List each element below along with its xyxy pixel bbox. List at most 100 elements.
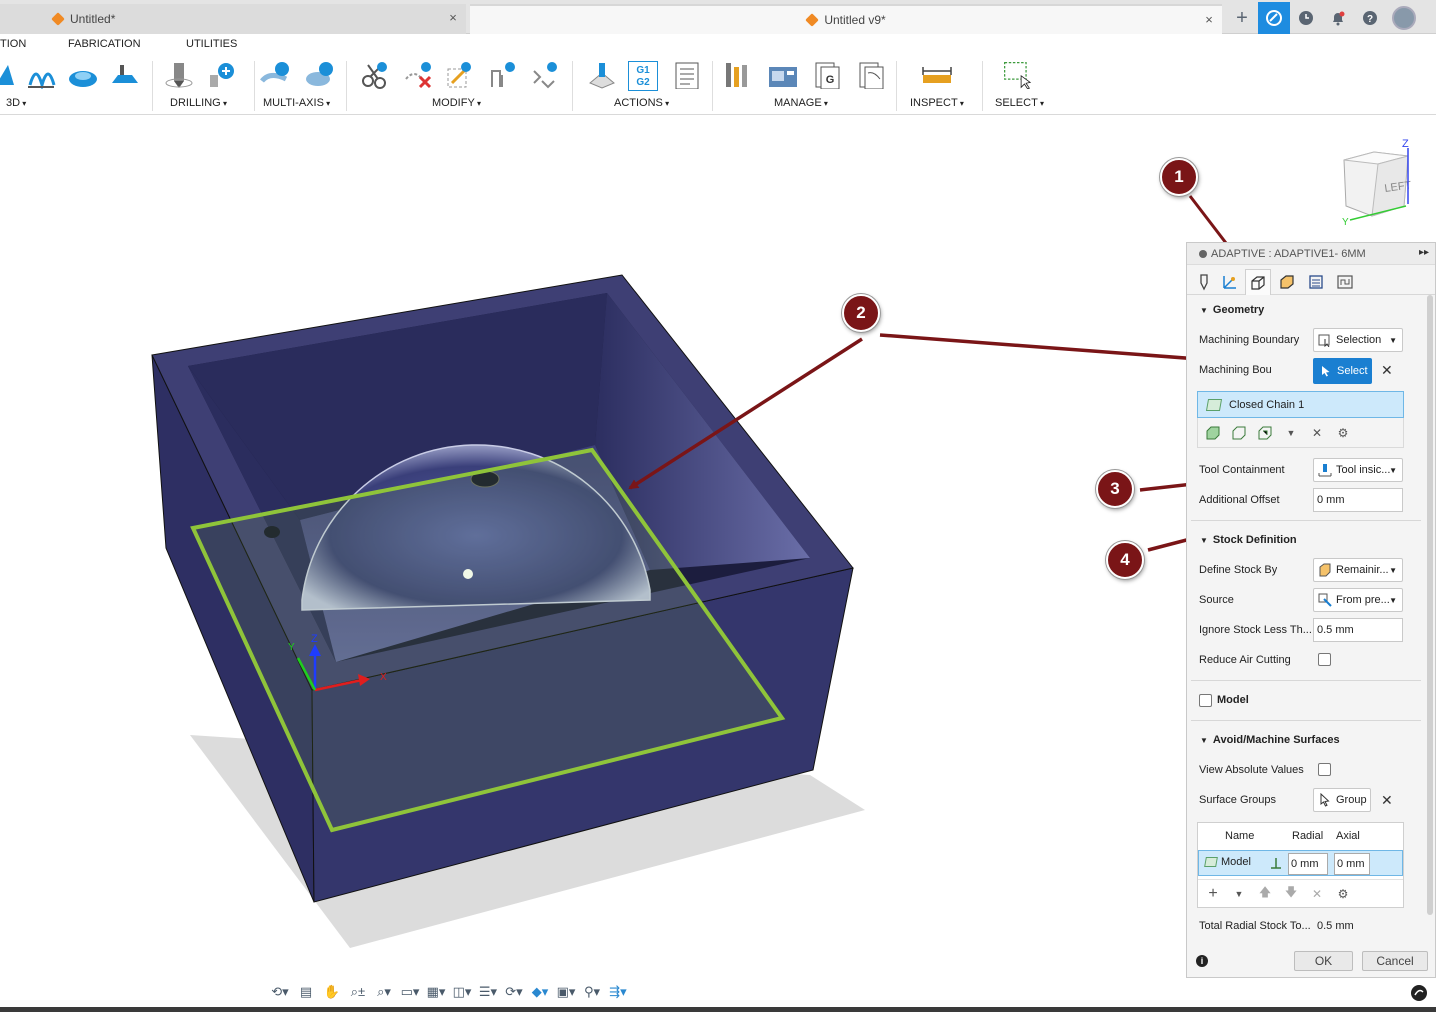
ribbon-tab-milling[interactable]: TION [0,38,26,50]
gear-icon[interactable]: ⚙ [1332,883,1354,905]
3d-strategy-icon[interactable] [0,61,24,89]
chevron-down-icon[interactable]: ▼ [1280,422,1302,444]
zoom-window-icon[interactable]: ⌕± [346,981,370,1003]
feedback-icon[interactable] [1410,984,1428,1002]
measure-icon[interactable] [922,61,952,89]
tab-setup[interactable] [1217,269,1243,295]
ok-button[interactable]: OK [1294,951,1353,971]
move-up-icon[interactable]: 🡅 [1254,883,1276,905]
chain-select-icon[interactable] [1254,422,1276,444]
post-library-icon[interactable]: G [812,61,842,89]
close-icon[interactable]: × [1202,13,1216,27]
grid-icon[interactable]: ▦▾ [424,981,448,1003]
tab-untitled-v9[interactable]: Untitled v9* × [470,4,1222,34]
tool-containment-dropdown[interactable]: Tool insic... ▼ [1313,458,1403,482]
reduce-air-cutting-checkbox[interactable] [1318,653,1331,666]
ribbon-group-3d[interactable]: 3D [6,97,26,109]
group-button[interactable]: Group [1313,788,1371,812]
ribbon-group-multi-axis[interactable]: MULTI-AXIS [263,97,330,109]
material-icon[interactable]: ◆▾ [528,981,552,1003]
remove-icon[interactable]: ✕ [1306,422,1328,444]
panel-scrollbar[interactable] [1427,295,1433,915]
view-absolute-checkbox[interactable] [1318,763,1331,776]
zoom-icon[interactable]: ⌕▾ [372,981,396,1003]
ribbon-tab-fabrication[interactable]: FABRICATION [68,38,141,50]
table-row[interactable]: Model 0 mm 0 mm [1198,850,1403,876]
edit-path-icon[interactable] [444,61,474,89]
refresh-icon[interactable]: ⟳▾ [502,981,526,1003]
ribbon-group-select[interactable]: SELECT [995,97,1044,109]
source-dropdown[interactable]: From pre... ▼ [1313,588,1403,612]
remove-icon[interactable]: ✕ [1306,883,1328,905]
ribbon-tab-utilities[interactable]: UTILITIES [186,38,237,50]
select-button[interactable]: Select [1313,358,1372,384]
simulate-icon[interactable] [586,61,616,89]
contour-icon[interactable] [68,61,98,89]
template-library-icon[interactable] [856,61,886,89]
model-checkbox[interactable] [1199,694,1212,707]
avatar[interactable] [1392,6,1416,30]
silhouette-icon[interactable] [1202,422,1224,444]
new-tab-icon[interactable]: + [1226,2,1258,34]
tab-passes[interactable] [1303,269,1329,295]
help-icon[interactable]: ? [1354,2,1386,34]
tab-linking[interactable] [1332,269,1358,295]
ribbon-group-inspect[interactable]: INSPECT [910,97,964,109]
look-at-icon[interactable]: ▤ [294,981,318,1003]
tab-untitled[interactable]: Untitled* × [0,4,466,34]
pocket-boundary-icon[interactable] [1228,422,1250,444]
tab-tool[interactable] [1191,269,1217,295]
drill-icon[interactable] [164,61,194,89]
tool-display-icon[interactable]: ⚲▾ [580,981,604,1003]
move-down-icon[interactable]: 🡇 [1280,883,1302,905]
machining-boundary-dropdown[interactable]: Selection ▼ [1313,328,1403,352]
close-icon[interactable]: × [446,11,460,25]
ignore-stock-input[interactable]: 0.5 mm [1313,618,1403,642]
multi-axis-icon[interactable] [260,61,290,89]
extension-icon[interactable] [1258,2,1290,34]
additional-offset-input[interactable]: 0 mm [1313,488,1403,512]
clear-selection-icon[interactable]: ✕ [1381,362,1393,379]
dialog-header[interactable]: ADAPTIVE : ADAPTIVE1- 6MM ▸▸ [1187,243,1435,265]
tool-library-icon[interactable] [724,61,754,89]
post-process-icon[interactable]: G1 G2 [628,61,658,91]
scallop-icon[interactable] [110,61,140,89]
setup-sheet-icon[interactable] [672,61,702,89]
clear-groups-icon[interactable]: ✕ [1381,792,1393,809]
axial-input[interactable]: 0 mm [1334,853,1370,875]
add-icon[interactable]: + [1202,883,1224,905]
radial-input[interactable]: 0 mm [1288,853,1328,875]
define-stock-dropdown[interactable]: Remainir... ▼ [1313,558,1403,582]
gear-icon[interactable]: ⚙ [1332,422,1354,444]
ribbon-group-manage[interactable]: MANAGE [774,97,828,109]
closed-chain-item[interactable]: Closed Chain 1 [1197,391,1404,418]
info-icon[interactable]: i [1196,955,1208,967]
ribbon-group-drilling[interactable]: DRILLING [170,97,227,109]
cancel-button[interactable]: Cancel [1362,951,1428,971]
expand-icon[interactable]: ▸▸ [1419,247,1429,258]
ribbon-group-modify[interactable]: MODIFY [432,97,481,109]
view-cube[interactable]: LEFT Z Y [1338,134,1418,228]
section-geometry[interactable]: ▼ Geometry [1200,304,1264,316]
delete-toolpath-icon[interactable] [404,61,434,89]
bell-icon[interactable] [1322,2,1354,34]
section-avoid-surfaces[interactable]: ▼ Avoid/Machine Surfaces [1200,734,1340,746]
ribbon-group-actions[interactable]: ACTIONS [614,97,669,109]
machine-library-icon[interactable] [768,61,798,89]
camera-icon[interactable]: ▣▾ [554,981,578,1003]
view-cube-settings-icon[interactable]: ◫▾ [450,981,474,1003]
display-settings-icon[interactable]: ▭▾ [398,981,422,1003]
parallel-icon[interactable] [26,61,56,89]
section-stock-definition[interactable]: ▼ Stock Definition [1200,534,1297,546]
pan-icon[interactable]: ✋ [320,981,344,1003]
layout-icon[interactable]: ☰▾ [476,981,500,1003]
swarf-icon[interactable] [304,61,334,89]
hole-recognition-icon[interactable] [206,61,236,89]
simulation-display-icon[interactable]: ⇶▾ [606,981,630,1003]
move-entry-icon[interactable] [530,61,560,89]
chevron-down-icon[interactable]: ▼ [1228,883,1250,905]
tab-heights[interactable] [1274,269,1300,295]
orbit-icon[interactable]: ⟲▾ [268,981,292,1003]
window-select-icon[interactable] [1002,61,1032,89]
trim-path-icon[interactable] [488,61,518,89]
